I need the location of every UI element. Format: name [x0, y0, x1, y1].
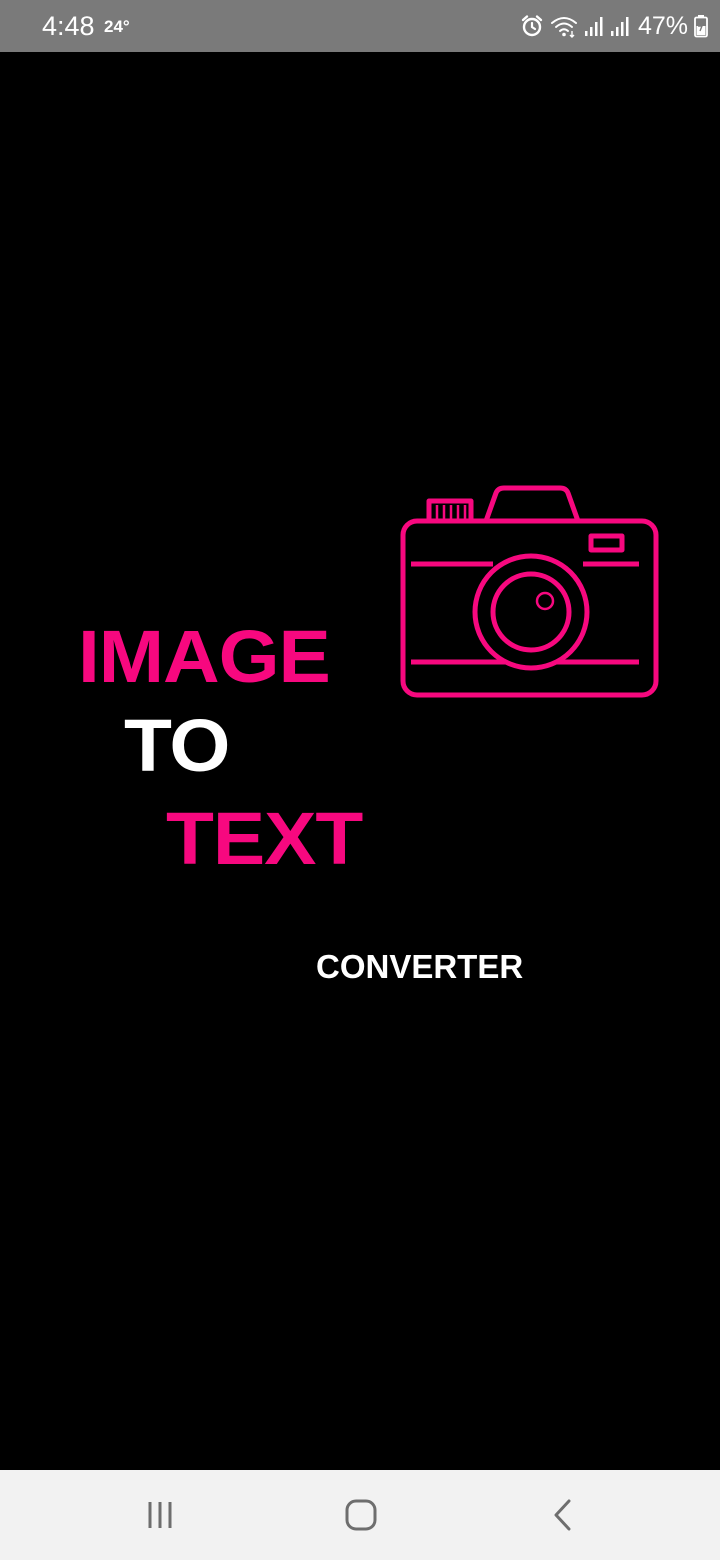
camera-icon — [400, 485, 659, 698]
status-temperature: 24° — [104, 17, 130, 36]
logo-word-to: TO — [124, 704, 230, 787]
logo-word-converter: CONVERTER — [316, 948, 524, 985]
logo-word-image: IMAGE — [78, 615, 331, 698]
app-screen: 4:48 24° 47% IMAGE TO TEXT CONVERTER — [0, 0, 720, 1560]
splash-logo: IMAGE TO TEXT CONVERTER — [0, 52, 720, 1470]
logo-word-text: TEXT — [166, 797, 363, 880]
signal-icon — [584, 14, 604, 38]
navigation-bar — [0, 1470, 720, 1560]
status-bar: 4:48 24° 47% — [0, 0, 720, 52]
wifi-icon — [550, 14, 578, 38]
battery-icon — [694, 14, 708, 38]
recents-button[interactable] — [130, 1490, 190, 1540]
alarm-icon — [520, 14, 544, 38]
status-time: 4:48 — [42, 11, 95, 41]
back-icon — [554, 1499, 571, 1531]
back-button[interactable] — [533, 1490, 593, 1540]
home-button[interactable] — [331, 1490, 391, 1540]
signal-icon — [610, 14, 630, 38]
status-icons: 47% — [520, 10, 708, 42]
recents-icon — [148, 1502, 172, 1528]
home-icon — [345, 1499, 377, 1531]
battery-percent: 47% — [637, 12, 688, 40]
